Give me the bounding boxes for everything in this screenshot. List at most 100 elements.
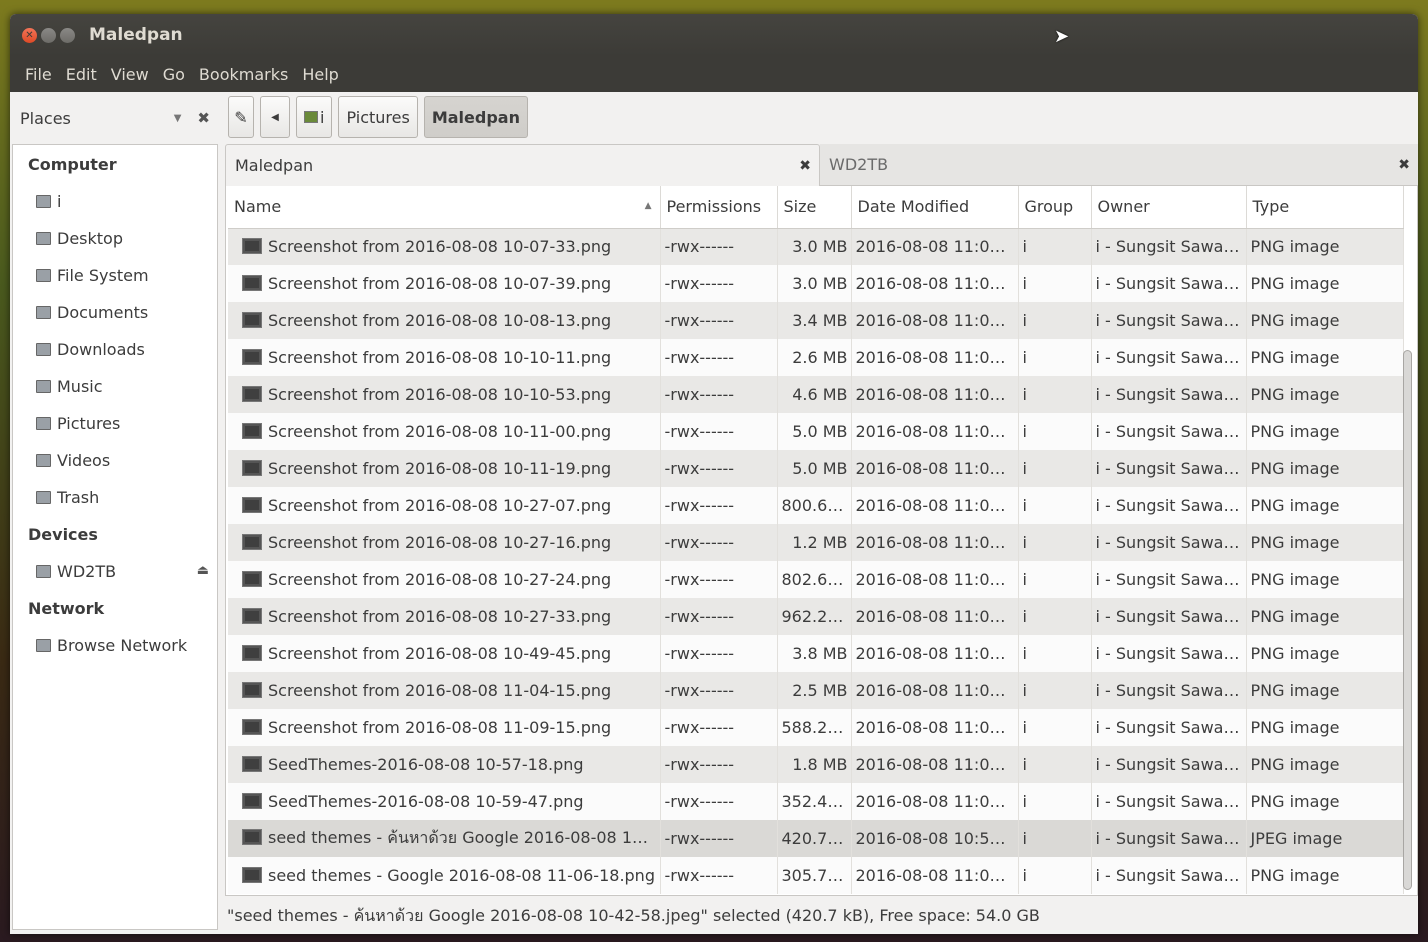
sidebar-item-videos[interactable]: Videos xyxy=(36,451,110,470)
menu-go[interactable]: Go xyxy=(156,65,192,84)
date-cell: 2016-08-08 11:09:51 xyxy=(851,487,1019,524)
file-row[interactable]: seed themes - ค้นหาด้วย Google 2016-08-0… xyxy=(228,820,1404,857)
sidebar-item-trash[interactable]: Trash xyxy=(36,488,99,507)
menu-bookmarks[interactable]: Bookmarks xyxy=(192,65,295,84)
sidebar-item-downloads[interactable]: Downloads xyxy=(36,340,145,359)
sidebar-item-pictures[interactable]: Pictures xyxy=(36,414,120,433)
file-row[interactable]: seed themes - Google 2016-08-08 11-06-18… xyxy=(228,857,1404,894)
file-row[interactable]: Screenshot from 2016-08-08 10-07-33.png -… xyxy=(228,228,1404,265)
file-row[interactable]: Screenshot from 2016-08-08 11-09-15.png -… xyxy=(228,709,1404,746)
sidebar-item-file-system[interactable]: File System xyxy=(36,266,149,285)
file-row[interactable]: Screenshot from 2016-08-08 10-27-16.png -… xyxy=(228,524,1404,561)
network-icon xyxy=(36,639,51,652)
home-folder-icon xyxy=(36,195,51,208)
menu-file[interactable]: File xyxy=(18,65,59,84)
type-cell: PNG image xyxy=(1246,746,1404,783)
type-cell: JPEG image xyxy=(1246,820,1404,857)
image-file-icon xyxy=(242,829,262,845)
sidebar-item-music[interactable]: Music xyxy=(36,377,103,396)
image-file-icon xyxy=(242,386,262,402)
file-row[interactable]: Screenshot from 2016-08-08 11-04-15.png -… xyxy=(228,672,1404,709)
type-cell: PNG image xyxy=(1246,561,1404,598)
file-row[interactable]: SeedThemes-2016-08-08 10-57-18.png -rwx--… xyxy=(228,746,1404,783)
column-name[interactable]: Name ▲ xyxy=(228,186,661,229)
image-file-icon xyxy=(242,867,262,883)
tab-maledpan[interactable]: Maledpan ✖ xyxy=(225,144,820,186)
vertical-scrollbar[interactable] xyxy=(1403,192,1412,892)
file-name-cell: Screenshot from 2016-08-08 10-08-13.png xyxy=(228,302,661,339)
file-row[interactable]: SeedThemes-2016-08-08 10-59-47.png -rwx--… xyxy=(228,783,1404,820)
file-row[interactable]: Screenshot from 2016-08-08 10-49-45.png -… xyxy=(228,635,1404,672)
column-date-modified[interactable]: Date Modified xyxy=(851,186,1019,229)
file-name-cell: seed themes - ค้นหาด้วย Google 2016-08-0… xyxy=(228,820,661,857)
sidebar-item-desktop[interactable]: Desktop xyxy=(36,229,123,248)
sidebar-item-home[interactable]: i xyxy=(36,192,61,211)
column-size[interactable]: Size xyxy=(777,186,852,229)
file-row[interactable]: Screenshot from 2016-08-08 10-10-11.png -… xyxy=(228,339,1404,376)
type-cell: PNG image xyxy=(1246,857,1404,894)
column-header-row: Name ▲ Permissions Size Date Modified Gro… xyxy=(228,186,1404,229)
maximize-window-button[interactable] xyxy=(60,27,75,43)
owner-cell: i - Sungsit Sawaiwan xyxy=(1091,302,1247,339)
file-name-cell: Screenshot from 2016-08-08 10-07-33.png xyxy=(228,228,661,265)
window-title: Maledpan xyxy=(89,25,183,45)
type-cell: PNG image xyxy=(1246,635,1404,672)
tab-wd2tb[interactable]: WD2TB ✖ xyxy=(820,144,1418,186)
permissions-cell: -rwx------ xyxy=(660,709,778,746)
file-row[interactable]: Screenshot from 2016-08-08 10-07-39.png -… xyxy=(228,265,1404,302)
file-row[interactable]: Screenshot from 2016-08-08 10-11-19.png -… xyxy=(228,450,1404,487)
menu-edit[interactable]: Edit xyxy=(59,65,104,84)
column-group[interactable]: Group xyxy=(1018,186,1092,229)
close-tab-icon[interactable]: ✖ xyxy=(799,158,811,174)
crumb-pictures[interactable]: Pictures xyxy=(338,96,418,138)
crumb-home[interactable]: i xyxy=(296,96,333,138)
eject-icon[interactable]: ⏏ xyxy=(197,563,209,578)
date-cell: 2016-08-08 11:09:51 xyxy=(851,635,1019,672)
close-tab-icon[interactable]: ✖ xyxy=(1398,157,1410,173)
permissions-cell: -rwx------ xyxy=(660,228,778,265)
back-button[interactable]: ◀ xyxy=(260,96,290,138)
menu-help[interactable]: Help xyxy=(295,65,345,84)
permissions-cell: -rwx------ xyxy=(660,783,778,820)
file-row[interactable]: Screenshot from 2016-08-08 10-08-13.png -… xyxy=(228,302,1404,339)
file-name-cell: Screenshot from 2016-08-08 10-27-07.png xyxy=(228,487,661,524)
scrollbar-thumb[interactable] xyxy=(1403,350,1412,890)
file-row[interactable]: Screenshot from 2016-08-08 10-11-00.png -… xyxy=(228,413,1404,450)
column-permissions[interactable]: Permissions xyxy=(660,186,778,229)
close-sidebar-icon[interactable]: ✖ xyxy=(197,109,210,127)
image-file-icon xyxy=(242,275,262,291)
owner-cell: i - Sungsit Sawaiwan xyxy=(1091,709,1247,746)
sidebar-item-browse-network[interactable]: Browse Network xyxy=(36,636,187,655)
dropdown-arrow-icon[interactable]: ▼ xyxy=(174,113,182,124)
image-file-icon xyxy=(242,608,262,624)
file-row[interactable]: Screenshot from 2016-08-08 10-27-33.png -… xyxy=(228,598,1404,635)
size-cell: 305.7 kB xyxy=(777,857,852,894)
column-owner[interactable]: Owner xyxy=(1091,186,1247,229)
size-cell: 588.2 kB xyxy=(777,709,852,746)
file-name-cell: Screenshot from 2016-08-08 11-04-15.png xyxy=(228,672,661,709)
group-cell: i xyxy=(1018,857,1092,894)
image-file-icon xyxy=(242,719,262,735)
group-cell: i xyxy=(1018,524,1092,561)
permissions-cell: -rwx------ xyxy=(660,524,778,561)
date-cell: 2016-08-08 11:09:51 xyxy=(851,746,1019,783)
file-row[interactable]: Screenshot from 2016-08-08 10-27-24.png -… xyxy=(228,561,1404,598)
file-row[interactable]: Screenshot from 2016-08-08 10-10-53.png -… xyxy=(228,376,1404,413)
date-cell: 2016-08-08 11:09:51 xyxy=(851,672,1019,709)
sidebar-item-documents[interactable]: Documents xyxy=(36,303,148,322)
close-window-button[interactable]: ✕ xyxy=(22,27,37,43)
sidebar-item-wd2tb[interactable]: WD2TB xyxy=(36,562,216,581)
file-row[interactable]: Screenshot from 2016-08-08 10-27-07.png -… xyxy=(228,487,1404,524)
column-type[interactable]: Type xyxy=(1246,186,1404,229)
date-cell: 2016-08-08 11:09:51 xyxy=(851,598,1019,635)
crumb-maledpan[interactable]: Maledpan xyxy=(423,96,528,138)
type-cell: PNG image xyxy=(1246,709,1404,746)
places-selector[interactable]: Places xyxy=(20,109,174,128)
menu-view[interactable]: View xyxy=(104,65,156,84)
type-cell: PNG image xyxy=(1246,783,1404,820)
minimize-window-button[interactable] xyxy=(41,27,56,43)
left-arrow-icon: ◀ xyxy=(271,111,279,123)
group-cell: i xyxy=(1018,561,1092,598)
edit-location-button[interactable]: ✎ xyxy=(228,96,254,138)
owner-cell: i - Sungsit Sawaiwan xyxy=(1091,820,1247,857)
